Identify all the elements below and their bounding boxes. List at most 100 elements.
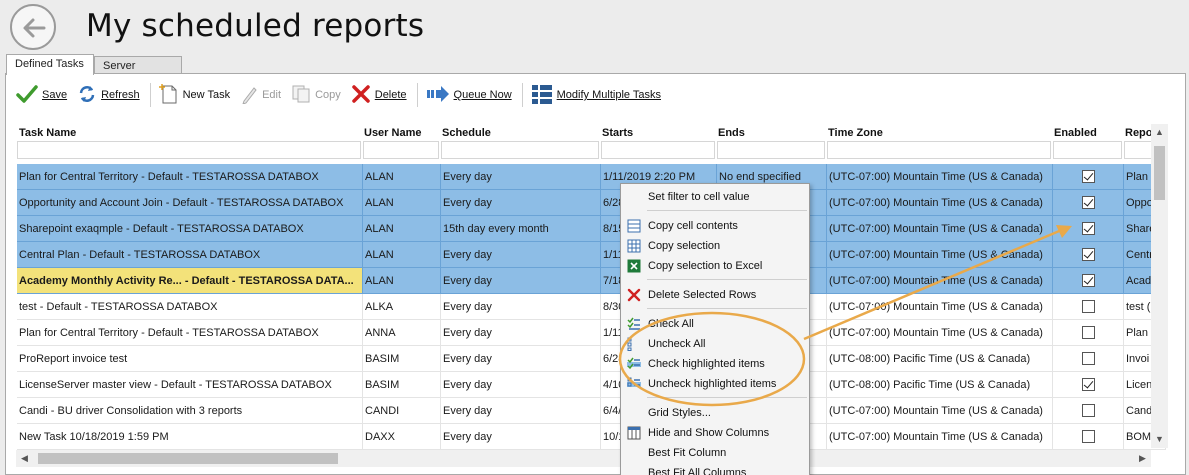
enabled-checkbox[interactable] — [1082, 404, 1095, 417]
cell-enabled[interactable] — [1053, 190, 1124, 216]
menu-item-check-highlighted[interactable]: Check highlighted items — [621, 354, 809, 374]
menu-item-set-filter[interactable]: Set filter to cell value — [621, 187, 809, 207]
scroll-up-icon[interactable]: ▲ — [1151, 124, 1168, 141]
scroll-down-icon[interactable]: ▼ — [1151, 431, 1168, 448]
back-button[interactable] — [10, 4, 56, 50]
enabled-checkbox[interactable] — [1082, 430, 1095, 443]
cell-enabled[interactable] — [1053, 424, 1124, 450]
menu-item-hide-show-columns[interactable]: Hide and Show Columns — [621, 423, 809, 443]
refresh-button[interactable]: Refresh — [73, 81, 144, 109]
cell-task[interactable]: New Task 10/18/2019 1:59 PM — [17, 424, 363, 450]
table-row[interactable]: LicenseServer master view - Default - TE… — [16, 372, 1174, 398]
copy-button[interactable]: Copy — [287, 81, 345, 109]
cell-schedule[interactable]: Every day — [441, 320, 601, 346]
cell-tz[interactable]: (UTC-07:00) Mountain Time (US & Canada) — [827, 294, 1053, 320]
cell-task[interactable]: ProReport invoice test — [17, 346, 363, 372]
table-row[interactable]: Sharepoint exaqmple - Default - TESTAROS… — [16, 216, 1174, 242]
table-row[interactable]: New Task 10/18/2019 1:59 PM DAXX Every day… — [16, 424, 1174, 450]
cell-user[interactable]: DAXX — [363, 424, 441, 450]
cell-enabled[interactable] — [1053, 216, 1124, 242]
queue-now-button[interactable]: Queue Now — [422, 81, 516, 109]
table-row[interactable]: ProReport invoice test BASIM Every day 6/28… — [16, 346, 1174, 372]
cell-schedule[interactable]: Every day — [441, 268, 601, 294]
horizontal-scroll-thumb[interactable] — [38, 453, 338, 464]
cell-tz[interactable]: (UTC-07:00) Mountain Time (US & Canada) — [827, 164, 1053, 190]
cell-tz[interactable]: (UTC-08:00) Pacific Time (US & Canada) — [827, 372, 1053, 398]
cell-schedule[interactable]: Every day — [441, 242, 601, 268]
cell-task[interactable]: Opportunity and Account Join - Default -… — [17, 190, 363, 216]
filter-starts[interactable] — [601, 141, 715, 159]
tab-server-control[interactable]: Server Control — [94, 56, 182, 91]
enabled-checkbox[interactable] — [1082, 170, 1095, 183]
cell-schedule[interactable]: Every day — [441, 164, 601, 190]
cell-task[interactable]: Central Plan - Default - TESTAROSSA DATA… — [17, 242, 363, 268]
cell-task[interactable]: test - Default - TESTAROSSA DATABOX — [17, 294, 363, 320]
cell-enabled[interactable] — [1053, 320, 1124, 346]
save-button[interactable]: Save — [12, 81, 71, 109]
cell-task[interactable]: Candi - BU driver Consolidation with 3 r… — [17, 398, 363, 424]
modify-multiple-tasks-button[interactable]: Modify Multiple Tasks — [527, 81, 665, 109]
delete-button[interactable]: Delete — [347, 81, 411, 109]
scroll-right-icon[interactable]: ▶ — [1134, 450, 1151, 467]
menu-item-delete-rows[interactable]: Delete Selected Rows — [621, 285, 809, 305]
menu-item-uncheck-highlighted[interactable]: Uncheck highlighted items — [621, 374, 809, 394]
cell-task[interactable]: Plan for Central Territory - Default - T… — [17, 320, 363, 346]
table-row[interactable]: Plan for Central Territory - Default - T… — [16, 320, 1174, 346]
cell-user[interactable]: ANNA — [363, 320, 441, 346]
cell-enabled[interactable] — [1053, 346, 1124, 372]
enabled-checkbox[interactable] — [1082, 274, 1095, 287]
table-row[interactable]: Candi - BU driver Consolidation with 3 r… — [16, 398, 1174, 424]
filter-ends[interactable] — [717, 141, 825, 159]
enabled-checkbox[interactable] — [1082, 248, 1095, 261]
table-row[interactable]: Academy Monthly Activity Re... - Default… — [16, 268, 1174, 294]
horizontal-scrollbar[interactable]: ◀ ▶ — [16, 450, 1151, 467]
tab-defined-tasks[interactable]: Defined Tasks — [6, 54, 94, 75]
cell-tz[interactable]: (UTC-07:00) Mountain Time (US & Canada) — [827, 190, 1053, 216]
cell-enabled[interactable] — [1053, 398, 1124, 424]
cell-user[interactable]: ALAN — [363, 164, 441, 190]
vertical-scroll-thumb[interactable] — [1154, 146, 1165, 200]
table-row[interactable]: Opportunity and Account Join - Default -… — [16, 190, 1174, 216]
cell-schedule[interactable]: Every day — [441, 424, 601, 450]
cell-schedule[interactable]: Every day — [441, 398, 601, 424]
cell-user[interactable]: ALAN — [363, 268, 441, 294]
cell-task[interactable]: Sharepoint exaqmple - Default - TESTAROS… — [17, 216, 363, 242]
cell-enabled[interactable] — [1053, 268, 1124, 294]
enabled-checkbox[interactable] — [1082, 352, 1095, 365]
enabled-checkbox[interactable] — [1082, 326, 1095, 339]
menu-item-check-all[interactable]: Check All — [621, 314, 809, 334]
filter-time-zone[interactable] — [827, 141, 1051, 159]
cell-schedule[interactable]: 15th day every month — [441, 216, 601, 242]
cell-tz[interactable]: (UTC-07:00) Mountain Time (US & Canada) — [827, 216, 1053, 242]
cell-tz[interactable]: (UTC-07:00) Mountain Time (US & Canada) — [827, 242, 1053, 268]
cell-schedule[interactable]: Every day — [441, 372, 601, 398]
cell-tz[interactable]: (UTC-07:00) Mountain Time (US & Canada) — [827, 424, 1053, 450]
enabled-checkbox[interactable] — [1082, 196, 1095, 209]
table-row[interactable]: test - Default - TESTAROSSA DATABOX ALKA E… — [16, 294, 1174, 320]
cell-tz[interactable]: (UTC-08:00) Pacific Time (US & Canada) — [827, 346, 1053, 372]
menu-item-uncheck-all[interactable]: Uncheck All — [621, 334, 809, 354]
menu-item-copy-selection[interactable]: Copy selection — [621, 236, 809, 256]
cell-schedule[interactable]: Every day — [441, 346, 601, 372]
enabled-checkbox[interactable] — [1082, 222, 1095, 235]
menu-item-copy-excel[interactable]: Copy selection to Excel — [621, 256, 809, 276]
new-task-button[interactable]: New Task — [155, 81, 234, 109]
cell-user[interactable]: ALAN — [363, 242, 441, 268]
cell-user[interactable]: BASIM — [363, 372, 441, 398]
vertical-scrollbar[interactable]: ▲ ▼ — [1151, 124, 1168, 448]
cell-schedule[interactable]: Every day — [441, 294, 601, 320]
cell-task[interactable]: LicenseServer master view - Default - TE… — [17, 372, 363, 398]
cell-schedule[interactable]: Every day — [441, 190, 601, 216]
edit-button[interactable]: Edit — [236, 81, 285, 109]
cell-tz[interactable]: (UTC-07:00) Mountain Time (US & Canada) — [827, 320, 1053, 346]
enabled-checkbox[interactable] — [1082, 378, 1095, 391]
cell-task[interactable]: Academy Monthly Activity Re... - Default… — [17, 268, 363, 294]
cell-enabled[interactable] — [1053, 372, 1124, 398]
table-row[interactable]: Central Plan - Default - TESTAROSSA DATA… — [16, 242, 1174, 268]
cell-task[interactable]: Plan for Central Territory - Default - T… — [17, 164, 363, 190]
cell-enabled[interactable] — [1053, 242, 1124, 268]
cell-user[interactable]: ALKA — [363, 294, 441, 320]
filter-enabled[interactable] — [1053, 141, 1122, 159]
enabled-checkbox[interactable] — [1082, 300, 1095, 313]
filter-user-name[interactable] — [363, 141, 439, 159]
